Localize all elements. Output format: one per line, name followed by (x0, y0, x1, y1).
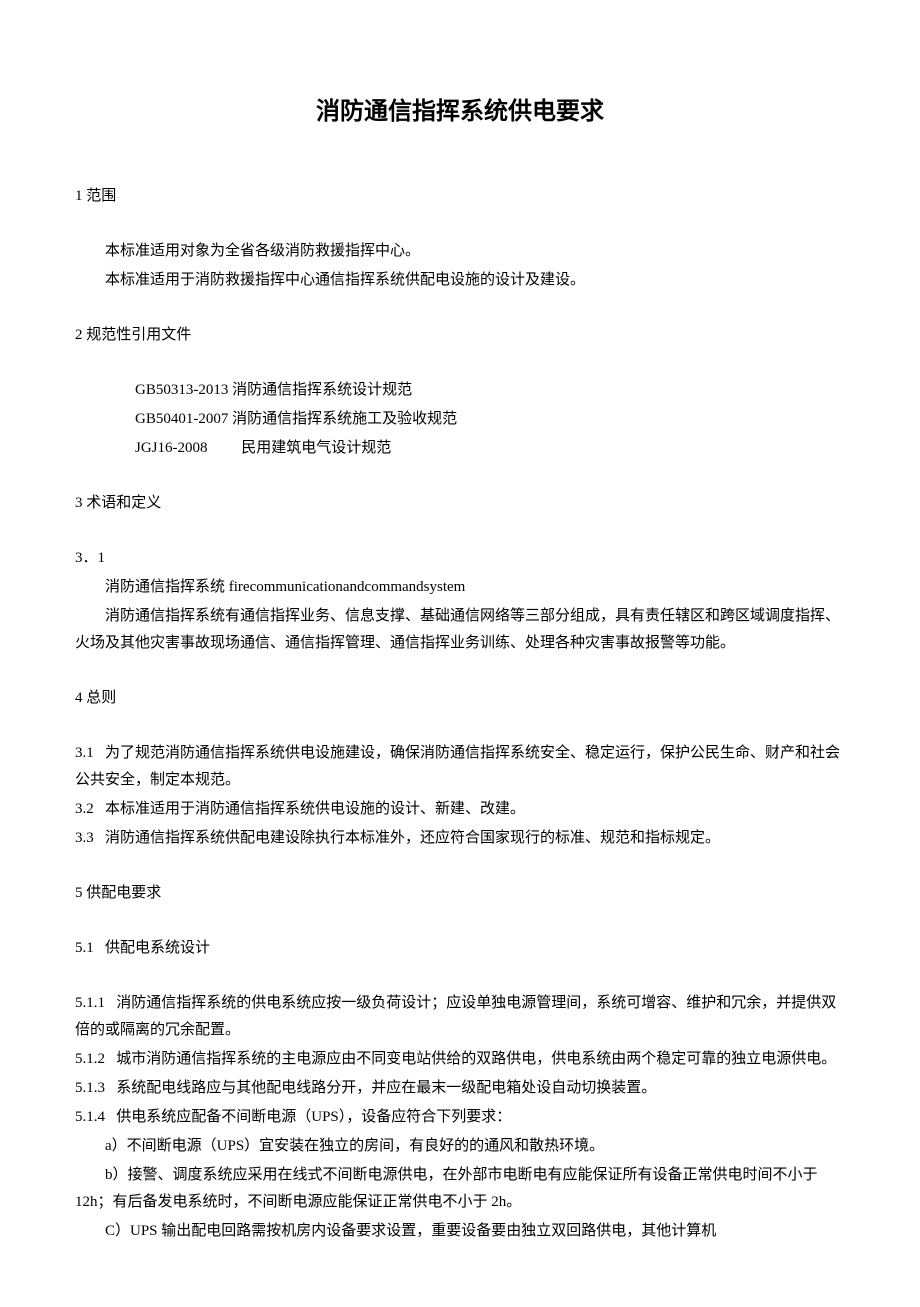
s3-def-text: 消防通信指挥系统有通信指挥业务、信息支撑、基础通信网络等三部分组成，具有责任辖区… (75, 608, 840, 651)
section-1-heading: 1 范围 (75, 183, 845, 210)
section-3-heading: 3 术语和定义 (75, 490, 845, 517)
s5-p4c: C）UPS 输出配电回路需按机房内设备要求设置，重要设备要由独立双回路供电，其他… (75, 1218, 845, 1245)
s2-ref2: GB50401-2007 消防通信指挥系统施工及验收规范 (75, 406, 845, 433)
s4-p2: 3.2 本标准适用于消防通信指挥系统供电设施的设计、新建、改建。 (75, 796, 845, 823)
s2-ref3: JGJ16-2008 民用建筑电气设计规范 (75, 435, 845, 462)
s2-ref1: GB50313-2013 消防通信指挥系统设计规范 (75, 377, 845, 404)
s4-p3: 3.3 消防通信指挥系统供配电建设除执行本标准外，还应符合国家现行的标准、规范和… (75, 825, 845, 852)
section-4-heading: 4 总则 (75, 685, 845, 712)
s5-p4b: b）接警、调度系统应采用在线式不间断电源供电，在外部市电断电有应能保证所有设备正… (75, 1162, 845, 1216)
s5-p1: 5.1.1 消防通信指挥系统的供电系统应按一级负荷设计；应设单独电源管理间，系统… (75, 990, 845, 1044)
section-5-heading: 5 供配电要求 (75, 880, 845, 907)
s5-p3: 5.1.3 系统配电线路应与其他配电线路分开，并应在最末一级配电箱处设自动切换装… (75, 1075, 845, 1102)
s3-def: 消防通信指挥系统有通信指挥业务、信息支撑、基础通信网络等三部分组成，具有责任辖区… (75, 603, 845, 657)
section-2-heading: 2 规范性引用文件 (75, 322, 845, 349)
s5-p4: 5.1.4 供电系统应配备不间断电源（UPS），设备应符合下列要求： (75, 1104, 845, 1131)
s3-num: 3．1 (75, 545, 845, 572)
s5-p2: 5.1.2 城市消防通信指挥系统的主电源应由不同变电站供给的双路供电，供电系统由… (75, 1046, 845, 1073)
s5-p4b-text: b）接警、调度系统应采用在线式不间断电源供电，在外部市电断电有应能保证所有设备正… (75, 1167, 818, 1210)
s4-p1: 3.1 为了规范消防通信指挥系统供电设施建设，确保消防通信指挥系统安全、稳定运行… (75, 740, 845, 794)
s1-p2: 本标准适用于消防救援指挥中心通信指挥系统供配电设施的设计及建设。 (75, 267, 845, 294)
s5-p4a: a）不间断电源（UPS）宜安装在独立的房间，有良好的的通风和散热环境。 (75, 1133, 845, 1160)
document-title: 消防通信指挥系统供电要求 (75, 90, 845, 133)
s1-p1: 本标准适用对象为全省各级消防救援指挥中心。 (75, 238, 845, 265)
section-5-1-heading: 5.1 供配电系统设计 (75, 935, 845, 962)
s3-term: 消防通信指挥系统 firecommunicationandcommandsyst… (75, 574, 845, 601)
